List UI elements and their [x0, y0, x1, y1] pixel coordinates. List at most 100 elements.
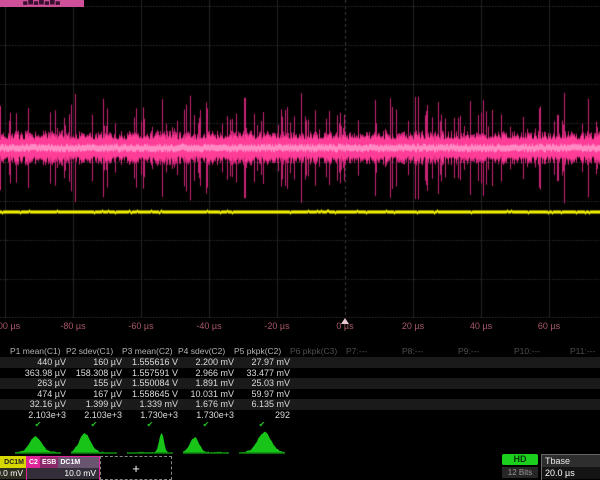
table-cell: 33.477 mV: [234, 368, 290, 379]
table-row-value: 440 µV160 µV1.555616 V2.200 mV27.97 mV: [0, 357, 600, 368]
hd-badge[interactable]: HD: [502, 454, 538, 465]
table-cell: [346, 399, 402, 410]
time-tick-label: 0 µs: [336, 321, 353, 331]
add-trace-button[interactable]: +: [100, 456, 172, 480]
param-header[interactable]: P1 mean(C1): [10, 344, 66, 357]
time-tick-label: -60 µs: [128, 321, 153, 331]
table-cell: 1.557591 V: [122, 368, 178, 379]
table-cell: [346, 410, 402, 421]
table-cell: [290, 410, 346, 421]
param-header-inactive[interactable]: P7:---: [346, 344, 402, 357]
table-cell: 167 µV: [66, 389, 122, 400]
table-cell: 2.103e+3: [10, 410, 66, 421]
table-cell: [402, 357, 458, 368]
histogram-icon[interactable]: [239, 429, 285, 455]
table-cell: 363.98 µV: [10, 368, 66, 379]
status-check-icon: ✔: [178, 420, 234, 428]
table-cell: 292: [234, 410, 290, 421]
status-empty: [570, 420, 600, 428]
table-cell: [346, 368, 402, 379]
status-check-icon: ✔: [234, 420, 290, 428]
table-cell: 2.966 mV: [178, 368, 234, 379]
table-cell: 1.555616 V: [122, 357, 178, 368]
param-header-inactive[interactable]: P9:---: [458, 344, 514, 357]
time-tick-label: 20 µs: [402, 321, 424, 331]
table-cell: [514, 410, 570, 421]
table-cell: [402, 389, 458, 400]
time-tick-label: -40 µs: [196, 321, 221, 331]
table-cell: 263 µV: [10, 378, 66, 389]
table-cell: [458, 399, 514, 410]
table-cell: [514, 399, 570, 410]
hd-bits-label: 12 Bits: [502, 467, 538, 478]
table-cell: 25.03 mV: [234, 378, 290, 389]
table-cell: 474 µV: [10, 389, 66, 400]
table-cell: 1.730e+3: [122, 410, 178, 421]
status-empty: [458, 420, 514, 428]
param-header[interactable]: P5 pkpk(C2): [234, 344, 290, 357]
table-cell: [458, 410, 514, 421]
time-tick-label: -100 µs: [0, 321, 20, 331]
table-cell: [458, 378, 514, 389]
oscilloscope-screen: ▄▆▄▆▄▆▄ -100 µs-80 µs-60 µs-40 µs-20 µs0…: [0, 0, 600, 480]
table-cell: [514, 378, 570, 389]
time-tick-label: 60 µs: [538, 321, 560, 331]
param-header-inactive[interactable]: P11:---: [570, 344, 600, 357]
time-axis: -100 µs-80 µs-60 µs-40 µs-20 µs0 µs20 µs…: [0, 318, 600, 344]
param-header[interactable]: P3 mean(C2): [122, 344, 178, 357]
table-cell: [402, 410, 458, 421]
time-tick-label: 40 µs: [470, 321, 492, 331]
table-cell: [458, 357, 514, 368]
table-row-max: 474 µV167 µV1.558645 V10.031 mV59.97 mV: [0, 389, 600, 400]
waveform-canvas: [0, 0, 600, 318]
param-header-inactive[interactable]: P10:---: [514, 344, 570, 357]
table-cell: 1.730e+3: [178, 410, 234, 421]
channel-c2-descriptor[interactable]: C2 ESB DC1M 10.0 mV: [26, 456, 100, 480]
status-check-icon: ✔: [122, 420, 178, 428]
histogram-icon[interactable]: [183, 429, 229, 455]
table-cell: [402, 368, 458, 379]
status-empty: [514, 420, 570, 428]
hd-mode-group: HD 12 Bits: [502, 454, 538, 478]
param-header[interactable]: P2 sdev(C1): [66, 344, 122, 357]
timebase-descriptor[interactable]: Tbase 20.0 µs: [541, 454, 600, 480]
table-cell: 2.103e+3: [66, 410, 122, 421]
c1-coupling-badge: DC1M: [4, 457, 24, 468]
bottom-bar: DC1M 20.0 mV C2 ESB DC1M 10.0 mV + HD 12…: [0, 456, 600, 480]
table-cell: 440 µV: [10, 357, 66, 368]
table-cell: 158.308 µV: [66, 368, 122, 379]
table-cell: 160 µV: [66, 357, 122, 368]
table-cell: 1.891 mV: [178, 378, 234, 389]
table-cell: [346, 378, 402, 389]
table-cell: [346, 357, 402, 368]
table-cell: [346, 389, 402, 400]
table-cell: [290, 357, 346, 368]
table-cell: 10.031 mV: [178, 389, 234, 400]
param-header-inactive[interactable]: P6 pkpk(C3): [290, 344, 346, 357]
channel-c1-descriptor[interactable]: DC1M 20.0 mV: [0, 456, 27, 480]
c2-channel-label: C2: [27, 457, 40, 468]
param-header-inactive[interactable]: P8:---: [402, 344, 458, 357]
histogram-icon[interactable]: [15, 429, 61, 455]
waveform-area[interactable]: ▄▆▄▆▄▆▄: [0, 0, 600, 318]
c2-title-row: C2 ESB DC1M: [27, 457, 99, 468]
c1-vdiv-value: 20.0 mV: [0, 468, 26, 479]
table-cell: 32.16 µV: [10, 399, 66, 410]
table-cell: [570, 399, 600, 410]
plus-icon: +: [132, 461, 140, 476]
timebase-value: 20.0 µs: [542, 467, 600, 479]
status-empty: [402, 420, 458, 428]
table-cell: [570, 368, 600, 379]
status-check-icon: ✔: [66, 420, 122, 428]
table-cell: [570, 410, 600, 421]
table-cell: 1.550084 V: [122, 378, 178, 389]
histicon-row: [0, 428, 600, 456]
table-cell: [514, 368, 570, 379]
status-check-icon: ✔: [10, 420, 66, 428]
table-row-sdev: 32.16 µV1.399 µV1.339 mV1.676 mV6.135 mV: [0, 399, 600, 410]
param-header[interactable]: P4 sdev(C2): [178, 344, 234, 357]
histogram-icon[interactable]: [71, 429, 117, 455]
histogram-icon[interactable]: [127, 429, 173, 455]
timebase-title: Tbase: [542, 455, 600, 467]
status-empty: [290, 420, 346, 428]
